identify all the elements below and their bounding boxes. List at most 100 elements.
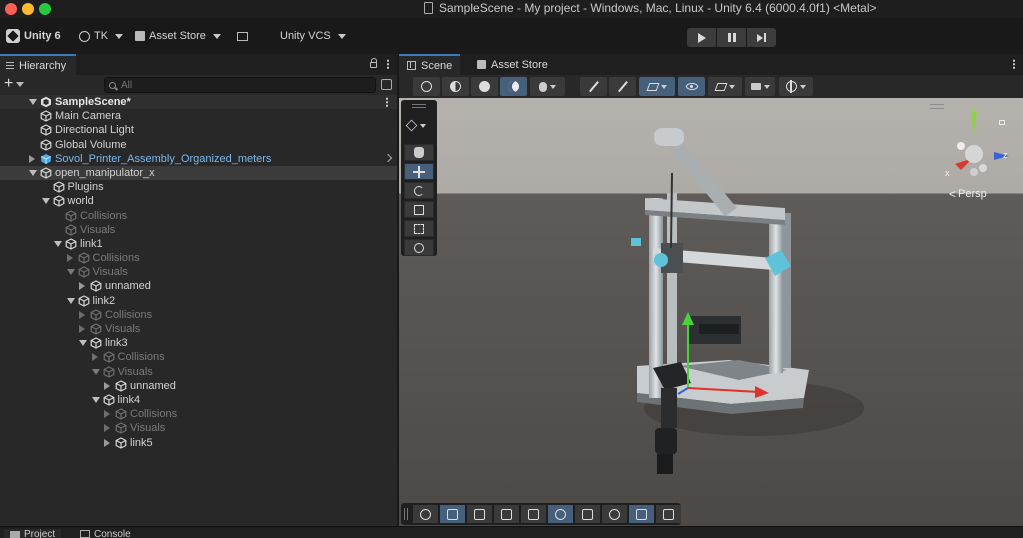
hierarchy-item[interactable]: link5 [0,436,397,450]
hierarchy-item[interactable]: Sovol_Printer_Assembly_Organized_meters [0,152,397,166]
collapse-arrow-icon[interactable] [104,438,110,447]
overlays-dropdown[interactable] [708,77,742,96]
expand-arrow-icon[interactable] [66,297,75,304]
view-options-dropdown[interactable] [405,119,426,132]
more-options-icon[interactable] [387,59,389,69]
scene-row[interactable]: SampleScene* [0,95,397,110]
hierarchy-item[interactable]: Visuals [0,421,397,435]
hierarchy-item[interactable]: link2 [0,294,397,308]
shaded-wireframe-button[interactable] [442,77,469,96]
lock-icon[interactable] [370,58,377,68]
snap-button[interactable] [467,505,492,523]
hierarchy-search-input[interactable] [121,79,361,91]
unity-vcs-dropdown[interactable]: Unity VCS [280,28,346,44]
step-button[interactable] [747,28,776,47]
collapse-arrow-icon[interactable] [104,424,110,433]
orientation-gizmo[interactable]: y z x [943,106,1013,196]
camera-settings-dropdown[interactable] [745,77,775,96]
gizmos-dropdown[interactable] [779,77,813,96]
rotate-tool-button[interactable] [404,182,434,199]
overlay-drag-handle[interactable] [404,508,408,520]
hierarchy-item[interactable]: link4 [0,393,397,407]
collapse-arrow-icon[interactable] [104,381,110,390]
minimize-window-button[interactable] [22,3,34,15]
compass-button[interactable] [413,505,438,523]
expand-arrow-icon[interactable] [54,240,62,247]
transform-tool-button[interactable] [404,239,434,256]
collapse-arrow-icon[interactable] [79,282,85,291]
toggle-2d-button[interactable] [580,77,607,96]
tab-console[interactable]: Console [80,529,131,538]
scene-fx-dropdown[interactable] [639,77,675,96]
unlit-shading-button[interactable] [471,77,498,96]
orientation-drag-handle[interactable] [930,104,944,109]
expand-arrow-icon[interactable] [91,396,100,403]
asset-store-dropdown[interactable]: Asset Store [135,28,221,44]
collapse-arrow-icon[interactable] [66,254,73,263]
tab-scene[interactable]: Scene [399,54,461,75]
hierarchy-item[interactable]: Collisions [0,407,397,421]
hierarchy-item[interactable]: Collisions [0,251,397,265]
tab-asset-store[interactable]: Asset Store [469,54,556,75]
pause-button[interactable] [717,28,746,47]
collapse-arrow-icon[interactable] [79,325,85,333]
close-window-button[interactable] [5,3,17,15]
scene-visibility-button[interactable] [678,77,705,96]
grid-snap-button[interactable] [521,505,546,523]
display-overlay-button[interactable] [656,505,681,523]
collapse-arrow-icon[interactable] [79,310,85,319]
more-options-icon[interactable] [386,97,388,107]
align-button[interactable] [494,505,519,523]
more-options-icon[interactable] [1013,59,1015,69]
hierarchy-item[interactable]: unnamed [0,279,397,293]
debug-draw-mode-dropdown[interactable] [530,77,565,96]
lighting-overlay-button[interactable] [548,505,573,523]
create-button[interactable]: + [4,76,25,92]
expand-arrow-icon[interactable] [91,368,100,375]
transform-overlay-button[interactable] [629,505,654,523]
expand-arrow-icon[interactable] [41,198,50,205]
hierarchy-item[interactable]: Global Volume [0,138,397,152]
collapse-arrow-icon[interactable] [29,154,35,163]
hierarchy-item[interactable]: Plugins [0,180,397,194]
hierarchy-item[interactable]: Main Camera [0,109,397,123]
wireframe-shading-button[interactable] [413,77,440,96]
move-overlay-button[interactable] [440,505,465,523]
layers-overlay-button[interactable] [575,505,600,523]
hierarchy-item[interactable]: Visuals [0,322,397,336]
hierarchy-item[interactable]: unnamed [0,379,397,393]
collapse-arrow-icon[interactable] [91,353,98,362]
expand-arrow-icon[interactable] [79,340,87,347]
hierarchy-item[interactable]: open_manipulator_x [0,165,397,181]
hierarchy-item[interactable]: Directional Light [0,123,397,137]
hierarchy-item[interactable]: Visuals [0,223,397,237]
collapse-arrow-icon[interactable] [104,410,110,419]
hierarchy-item[interactable]: Collisions [0,350,397,364]
hierarchy-item[interactable]: Visuals [0,365,397,379]
rect-tool-button[interactable] [404,220,434,237]
hierarchy-item[interactable]: link3 [0,336,397,350]
move-tool-button[interactable] [404,163,434,180]
scene-visibility-icon[interactable] [381,79,392,90]
tab-hierarchy[interactable]: Hierarchy [0,54,77,75]
scale-tool-button[interactable] [404,201,434,218]
scene-viewport[interactable]: y z x < Persp [399,98,1023,526]
projection-toggle[interactable]: < Persp [949,187,987,201]
hierarchy-item[interactable]: Collisions [0,308,397,322]
tab-project[interactable]: Project [4,529,62,538]
hierarchy-item[interactable]: world [0,194,397,208]
hierarchy-item[interactable]: Visuals [0,265,397,279]
hierarchy-item[interactable]: Collisions [0,209,397,223]
account-dropdown[interactable]: TK [79,28,124,44]
hierarchy-search-field[interactable] [104,77,376,93]
expand-arrow-icon[interactable] [66,269,75,276]
play-button[interactable] [687,28,716,47]
lit-shading-button[interactable] [500,77,527,96]
lighting-toggle-button[interactable] [609,77,636,96]
hand-tool-button[interactable] [404,144,434,161]
expand-arrow-icon[interactable] [29,99,37,105]
overlay-drag-handle[interactable] [412,104,426,108]
unity-menu-button[interactable]: Unity 6 [6,28,61,44]
search-overlay-button[interactable] [602,505,627,523]
expand-arrow-icon[interactable] [29,169,37,176]
